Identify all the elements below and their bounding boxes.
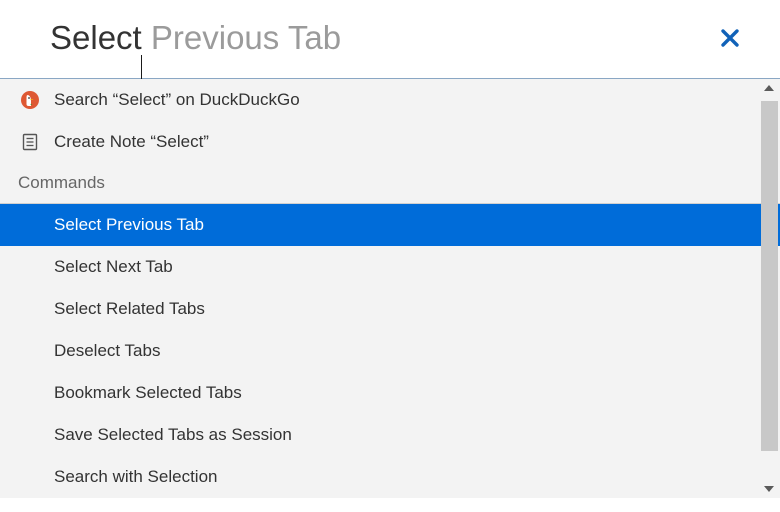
close-button[interactable] [710,18,750,58]
command-select-related-tabs[interactable]: Select Related Tabs [0,288,780,330]
close-icon [720,28,740,48]
results-list: Search “Select” on DuckDuckGo Create Not… [0,79,780,498]
quick-command-input[interactable]: Select Previous Tab [50,19,710,57]
create-note-action[interactable]: Create Note “Select” [0,121,780,163]
command-label: Select Related Tabs [54,299,205,319]
command-bookmark-selected-tabs[interactable]: Bookmark Selected Tabs [0,372,780,414]
command-label: Search with Selection [54,467,217,487]
search-web-action[interactable]: Search “Select” on DuckDuckGo [0,79,780,121]
duckduckgo-icon [20,90,40,110]
autocomplete-ghost: Previous Tab [142,19,341,56]
create-note-label: Create Note “Select” [54,132,209,152]
scroll-up-arrow[interactable] [764,85,774,91]
command-label: Select Previous Tab [54,215,204,235]
typed-text: Select [50,19,142,56]
search-web-label: Search “Select” on DuckDuckGo [54,90,300,110]
command-label: Deselect Tabs [54,341,160,361]
command-deselect-tabs[interactable]: Deselect Tabs [0,330,780,372]
command-label: Bookmark Selected Tabs [54,383,242,403]
scroll-down-arrow[interactable] [764,486,774,492]
note-icon [20,132,40,152]
command-select-previous-tab[interactable]: Select Previous Tab [0,204,780,246]
command-save-selected-tabs-session[interactable]: Save Selected Tabs as Session [0,414,780,456]
commands-section-header: Commands [0,163,780,203]
command-label: Select Next Tab [54,257,173,277]
command-label: Save Selected Tabs as Session [54,425,292,445]
command-search-with-selection[interactable]: Search with Selection [0,456,780,498]
command-select-next-tab[interactable]: Select Next Tab [0,246,780,288]
scrollbar-thumb[interactable] [761,101,778,451]
